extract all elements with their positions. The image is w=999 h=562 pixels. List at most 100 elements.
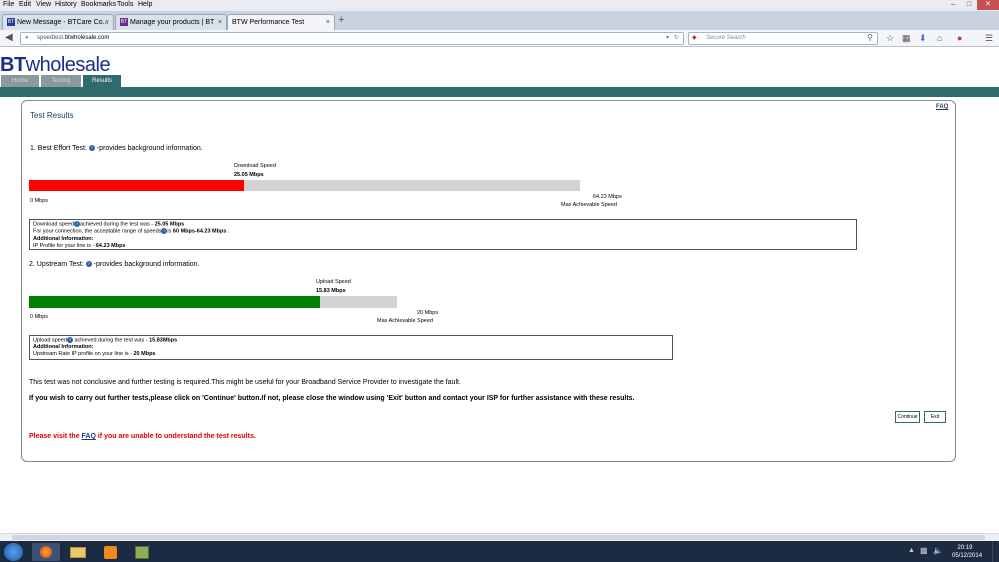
value: 20 Mbps — [133, 351, 156, 358]
tab-bar: BT New Message - BTCare Co... × BT Manage … — [0, 11, 999, 30]
start-button-icon[interactable] — [4, 543, 23, 561]
upload-info-line-3: Upstream Rate IP profile on your line is… — [33, 351, 669, 358]
browser-tab-new-message[interactable]: BT New Message - BTCare Co... × — [2, 14, 114, 30]
horizontal-scrollbar[interactable] — [0, 533, 999, 541]
bookmark-star-icon[interactable]: ☆ — [886, 33, 894, 44]
continue-button[interactable]: Continue — [895, 411, 920, 423]
menu-file[interactable]: File — [3, 1, 14, 8]
header-bar — [0, 87, 999, 97]
download-speed-track — [29, 180, 580, 191]
window-controls: – □ ✕ — [945, 0, 999, 10]
explorer-taskbar-icon[interactable] — [64, 543, 92, 561]
faq-notice: Please visit the FAQ if you are unable t… — [29, 433, 256, 440]
close-icon[interactable]: ✕ — [977, 0, 999, 10]
url-prefix: speedtest. — [37, 35, 65, 41]
globe-icon: ● — [25, 35, 29, 41]
media-player-taskbar-icon[interactable] — [96, 543, 124, 561]
clock[interactable]: 20:19 05/12/2014 — [952, 544, 983, 560]
search-icon[interactable]: ⚲ — [867, 32, 873, 43]
upload-max-value: 20 Mbps — [417, 310, 439, 316]
exit-button[interactable]: Exit — [924, 411, 946, 423]
download-info-line-3: Additional Information: — [33, 235, 94, 242]
page-title: Test Results — [30, 111, 74, 120]
maximize-icon[interactable]: □ — [961, 0, 977, 10]
site-tab-results[interactable]: Results — [82, 74, 122, 87]
menu-bookmarks[interactable]: Bookmarks — [81, 1, 116, 8]
help-icon[interactable]: ? — [85, 261, 92, 268]
app-taskbar-icon[interactable] — [128, 543, 156, 561]
text: if you are unable to understand the test… — [95, 433, 256, 440]
close-tab-icon[interactable]: × — [326, 15, 330, 30]
minimize-icon[interactable]: – — [945, 0, 961, 10]
back-icon[interactable]: ◀ — [5, 32, 13, 43]
results-panel: Test Results FAQ 1. Best Effort Test: ? … — [21, 100, 956, 462]
text: Upload speed — [33, 337, 67, 344]
firefox-taskbar-icon[interactable] — [32, 543, 60, 561]
bt-wholesale-logo: BTwholesale — [0, 54, 111, 76]
menu-tools[interactable]: Tools — [117, 1, 133, 8]
text: . — [226, 228, 230, 235]
site-tabs: Home Testing Results — [0, 74, 122, 87]
tab-label: BTW Performance Test — [232, 19, 305, 26]
home-icon[interactable]: ⌂ — [937, 33, 942, 43]
download-icon[interactable]: ⬇ — [919, 33, 927, 44]
best-effort-label: 1. Best Effort Test: — [30, 145, 87, 152]
download-speed-value: 25.05 Mbps — [234, 172, 264, 178]
tray-up-icon[interactable]: ▲ — [908, 547, 915, 554]
address-bar[interactable]: ● speedtest.btwholesale.com ▾ ↻ — [20, 32, 684, 45]
clock-date: 05/12/2014 — [952, 553, 983, 559]
upload-info-line-2: Additional Information: — [33, 344, 94, 351]
tab-label: Manage your products | BT — [130, 19, 215, 26]
scrollbar-thumb[interactable] — [12, 535, 985, 540]
menu-view[interactable]: View — [36, 1, 51, 8]
text: Download speed — [33, 221, 74, 228]
value: 60 Mbps-64.23 Mbps — [172, 228, 227, 235]
addon-icon[interactable]: ● — [957, 33, 962, 43]
upload-max-label: Max Achievable Speed — [377, 318, 433, 324]
show-desktop-button[interactable] — [992, 541, 999, 562]
search-engine-icon[interactable]: ◆ — [692, 33, 697, 44]
library-icon[interactable]: ▦ — [902, 33, 911, 44]
site-tab-testing[interactable]: Testing — [40, 74, 82, 87]
upload-speed-value: 15.83 Mbps — [316, 288, 346, 294]
upload-zero-label: 0 Mbps — [30, 314, 49, 320]
bt-icon: BT — [120, 18, 128, 27]
menu-help[interactable]: Help — [138, 1, 152, 8]
navigation-bar: ◀ ● speedtest.btwholesale.com ▾ ↻ ◆ Secu… — [0, 30, 999, 47]
new-tab-icon[interactable]: + — [338, 14, 344, 26]
upload-info-box: Upload speed? achieved during the test w… — [29, 335, 673, 360]
conclusion-text: This test was not conclusive and further… — [29, 379, 461, 386]
dropdown-icon[interactable]: ▾ — [666, 33, 669, 44]
clock-time: 20:19 — [957, 545, 973, 551]
reload-icon[interactable]: ↻ — [674, 33, 679, 44]
download-speed-label: Download Speed — [234, 163, 276, 169]
upload-speed-track — [29, 296, 397, 308]
site-tab-home[interactable]: Home — [0, 74, 40, 87]
volume-icon[interactable]: 🔈 — [933, 546, 943, 555]
menu-history[interactable]: History — [55, 1, 77, 8]
download-info-line-1: Download speed? achieved during the test … — [33, 221, 853, 228]
browser-tab-performance-test[interactable]: BTW Performance Test × — [227, 14, 335, 30]
logo-wholesale: wholesale — [25, 54, 111, 76]
search-input[interactable]: ◆ Secure Search ⚲ — [688, 32, 878, 45]
info-suffix: -provides background information. — [96, 145, 203, 152]
browser-tab-manage-products[interactable]: BT Manage your products | BT × — [115, 14, 227, 30]
close-tab-icon[interactable]: × — [218, 15, 222, 30]
upload-speed-label: Upload Speed — [316, 279, 351, 285]
download-speed-fill — [29, 180, 244, 191]
bt-icon: BT — [7, 18, 15, 27]
menu-icon[interactable]: ☰ — [985, 33, 993, 44]
best-effort-heading: 1. Best Effort Test: ? -provides backgro… — [30, 145, 203, 152]
taskbar: ▲ ▩ 🔈 20:19 05/12/2014 — [0, 541, 999, 562]
text: Please visit the — [29, 433, 82, 440]
faq-inline-link[interactable]: FAQ — [82, 433, 96, 440]
close-tab-icon[interactable]: × — [105, 15, 109, 30]
text: For your connection, the acceptable rang… — [33, 228, 162, 235]
help-icon[interactable]: ? — [88, 145, 95, 152]
text: achieved during the test was - — [79, 221, 155, 228]
upstream-heading: 2. Upstream Test: ? -provides background… — [29, 261, 199, 268]
value: 25.05 Mbps — [154, 221, 185, 228]
faq-link[interactable]: FAQ — [936, 104, 948, 110]
network-icon[interactable]: ▩ — [920, 546, 928, 555]
menu-edit[interactable]: Edit — [19, 1, 31, 8]
